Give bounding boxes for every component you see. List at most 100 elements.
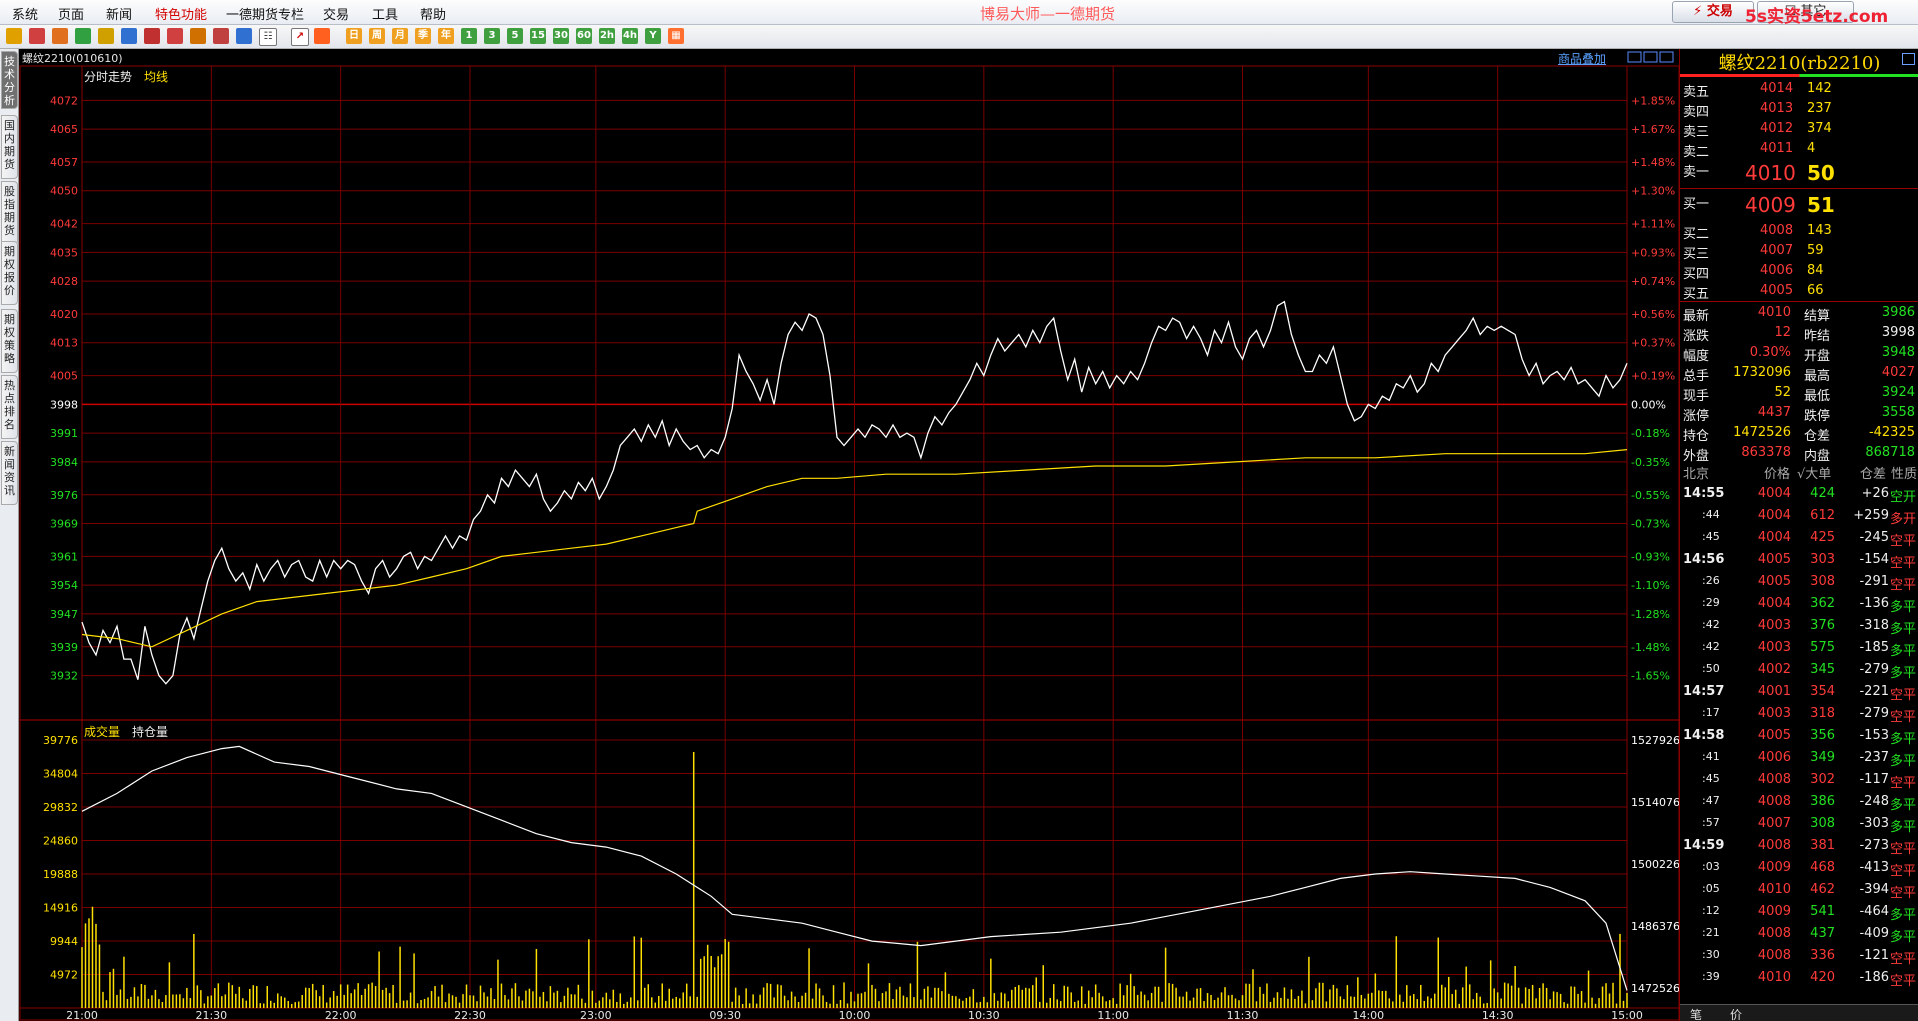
- tick-view-tab-1[interactable]: 价: [1730, 1006, 1742, 1021]
- open-interest-tick-label: 1472526: [1631, 982, 1679, 995]
- title-underline: [1680, 74, 1918, 77]
- ask-volume: 4: [1807, 141, 1816, 156]
- tick-price: 4004: [1757, 486, 1791, 501]
- bid-level-label: 买三: [1683, 247, 1710, 262]
- tick-oi-change: -154: [1859, 552, 1889, 567]
- tick-volume: 362: [1810, 596, 1835, 611]
- tick-row: :57 4007 308 -303 多平: [1680, 813, 1918, 835]
- tick-nature: 空平: [1890, 534, 1917, 549]
- chart-restore-icon[interactable]: [1627, 51, 1642, 63]
- tick-time: :21: [1702, 926, 1720, 939]
- tick-volume: 302: [1810, 772, 1835, 787]
- percent-tick-label: -0.55%: [1631, 489, 1670, 502]
- price-tick-label: 3969: [50, 518, 78, 531]
- open-interest-tick-label: 1514076: [1631, 796, 1679, 809]
- bid-row: 买三 4007 59: [1680, 241, 1918, 262]
- bid-price: 4008: [1760, 223, 1794, 238]
- tick-volume: 612: [1810, 508, 1835, 523]
- tick-row: :44 4004 612 +259 多开: [1680, 505, 1918, 527]
- chart-prev-icon[interactable]: [1643, 51, 1658, 63]
- stat-label: 结算: [1804, 309, 1831, 324]
- ask-volume: 374: [1807, 121, 1832, 136]
- tick-row: :42 4003 575 -185 多平: [1680, 637, 1918, 659]
- stat-value: 0.30%: [1749, 345, 1791, 360]
- stat-label: 幅度: [1683, 349, 1710, 364]
- ask-level-label: 卖三: [1683, 125, 1710, 140]
- tick-volume: 575: [1810, 640, 1835, 655]
- tick-time: :12: [1702, 904, 1720, 917]
- tick-row: :17 4003 318 -279 空平: [1680, 703, 1918, 725]
- ask-level-label: 卖五: [1683, 85, 1710, 100]
- tick-time: :42: [1702, 618, 1720, 631]
- time-tick-label: 14:00: [1352, 1009, 1384, 1021]
- tick-time: :45: [1702, 530, 1720, 543]
- percent-tick-label: +0.74%: [1631, 275, 1675, 288]
- percent-tick-label: -1.28%: [1631, 608, 1670, 621]
- ask-volume: 50: [1807, 161, 1835, 185]
- tick-volume: 349: [1810, 750, 1835, 765]
- volume-tick-label: 4972: [50, 969, 78, 982]
- stat-value: 4027: [1881, 365, 1915, 380]
- ask-price: 4011: [1760, 141, 1794, 156]
- tick-header: 北京 价格 √大单 仓差 性质: [1680, 462, 1918, 482]
- tick-nature: 多平: [1890, 622, 1917, 637]
- bid-volume: 66: [1807, 283, 1824, 298]
- stat-row: 外盘 863378 内盘 868718: [1680, 443, 1918, 464]
- tick-price: 4008: [1757, 948, 1791, 963]
- tick-nature: 空平: [1890, 952, 1917, 967]
- contract-title: 螺纹2210(rb2210): [1680, 49, 1918, 74]
- stat-row: 现手 52 最低 3924: [1680, 383, 1918, 404]
- ask-row: 卖二 4011 4: [1680, 139, 1918, 160]
- tick-oi-change: +259: [1853, 508, 1889, 523]
- maximize-icon[interactable]: [1902, 53, 1915, 65]
- tick-nature: 空平: [1890, 974, 1917, 989]
- open-interest-tick-label: 1500226: [1631, 858, 1679, 871]
- tick-view-tab-0[interactable]: 笔: [1690, 1006, 1702, 1021]
- tick-price: 4003: [1757, 640, 1791, 655]
- stat-row: 涨停 4437 跌停 3558: [1680, 403, 1918, 424]
- time-tick-label: 11:30: [1227, 1009, 1259, 1021]
- tick-volume: 354: [1810, 684, 1835, 699]
- tick-volume: 318: [1810, 706, 1835, 721]
- tick-volume: 303: [1810, 552, 1835, 567]
- stat-value: 3924: [1881, 385, 1915, 400]
- stat-value: 12: [1774, 325, 1791, 340]
- tick-oi-change: -221: [1859, 684, 1889, 699]
- tick-oi-change: -153: [1859, 728, 1889, 743]
- stat-label: 开盘: [1804, 349, 1831, 364]
- volume-tick-label: 14916: [43, 902, 78, 915]
- tick-row: :26 4005 308 -291 空平: [1680, 571, 1918, 593]
- tick-header-cell: 价格: [1764, 467, 1791, 482]
- stat-label: 最高: [1804, 369, 1831, 384]
- stat-label: 涨停: [1683, 409, 1710, 424]
- ask-level-label: 卖一: [1683, 165, 1710, 180]
- tick-time: :41: [1702, 750, 1720, 763]
- ask-row: 卖一 4010 50: [1680, 159, 1918, 187]
- tick-row: :21 4008 437 -409 多平: [1680, 923, 1918, 945]
- trade-button[interactable]: ⚡ 交易: [1672, 1, 1754, 23]
- stat-value: 3948: [1881, 345, 1915, 360]
- percent-tick-label: 0.00%: [1631, 398, 1666, 411]
- overlay-commodity-link[interactable]: 商品叠加: [1558, 50, 1606, 67]
- bid-volume: 84: [1807, 263, 1824, 278]
- percent-tick-label: +0.93%: [1631, 246, 1675, 259]
- price-tick-label: 3991: [50, 427, 78, 440]
- tick-price: 4009: [1757, 860, 1791, 875]
- tick-price: 4007: [1757, 816, 1791, 831]
- tick-time: :05: [1702, 882, 1720, 895]
- tick-price: 4005: [1757, 728, 1791, 743]
- chart-next-icon[interactable]: [1659, 51, 1674, 63]
- tick-time: :45: [1702, 772, 1720, 785]
- stat-row: 涨跌 12 昨结 3998: [1680, 323, 1918, 344]
- percent-tick-label: -0.35%: [1631, 456, 1670, 469]
- open-interest-tick-label: 1527926: [1631, 734, 1679, 747]
- price-tick-label: 4013: [50, 337, 78, 350]
- tick-nature: 空平: [1890, 886, 1917, 901]
- tick-price: 4008: [1757, 926, 1791, 941]
- price-tick-label: 4065: [50, 123, 78, 136]
- percent-tick-label: +1.67%: [1631, 123, 1675, 136]
- tick-row: 14:57 4001 354 -221 空平: [1680, 681, 1918, 703]
- tick-header-cell: 北京: [1683, 467, 1710, 482]
- percent-tick-label: +0.19%: [1631, 370, 1675, 383]
- intraday-chart: 4072 +1.85% 4065 +1.67% 4057 +1.48% 4050 +1.30%…: [19, 51, 1679, 1021]
